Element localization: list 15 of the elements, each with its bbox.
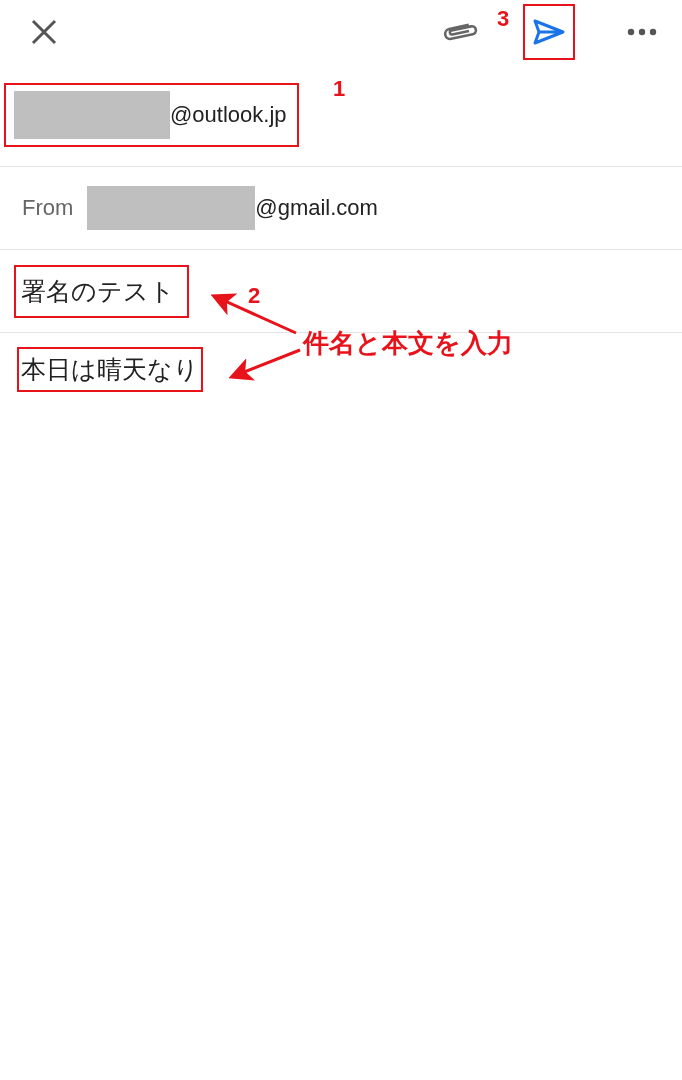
- to-field[interactable]: @outlook.jp: [4, 83, 299, 147]
- sender-address: @gmail.com: [255, 195, 378, 221]
- from-label: From: [22, 195, 74, 221]
- body-text: 本日は晴天なり: [21, 353, 199, 385]
- step-number: 3: [497, 6, 510, 32]
- close-icon: [30, 18, 58, 46]
- send-icon: [532, 18, 566, 46]
- recipient-address: @outlook.jp: [170, 102, 287, 128]
- more-icon: [627, 28, 657, 36]
- subject-text: 署名のテスト: [21, 275, 175, 307]
- step-number: 1: [333, 76, 346, 102]
- subject-field[interactable]: 署名のテスト: [14, 264, 189, 318]
- body-field[interactable]: 本日は晴天なり: [17, 346, 203, 392]
- step-number: 2: [248, 283, 261, 309]
- callout-label: 件名と本文を入力: [303, 327, 513, 360]
